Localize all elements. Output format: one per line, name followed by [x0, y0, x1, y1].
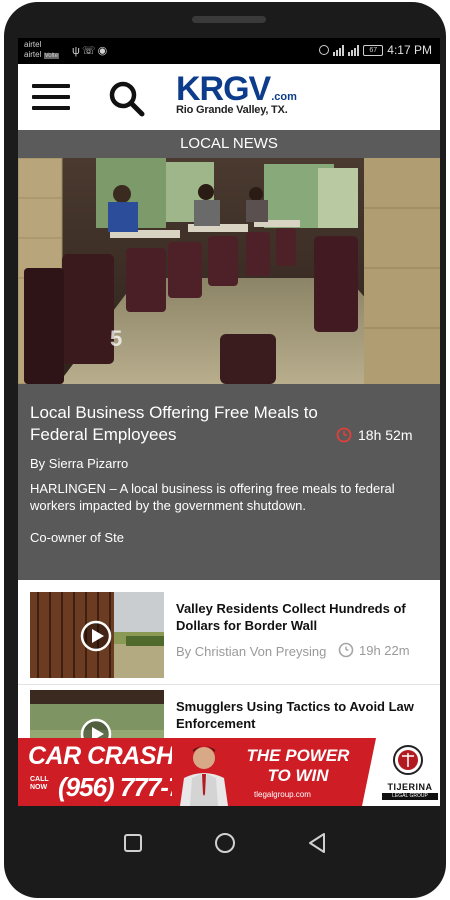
station-watermark: 5 [110, 326, 122, 351]
hero-summary: HARLINGEN – A local business is offering… [30, 481, 395, 513]
network-badge: Volte [43, 53, 59, 59]
message-icon: ◉ [97, 45, 110, 57]
nav-back-icon[interactable] [304, 830, 330, 856]
list-divider [18, 684, 440, 685]
nav-home-icon[interactable] [212, 830, 238, 856]
signal-icon [333, 44, 345, 56]
alarm-icon [319, 45, 330, 55]
logo-domain: .com [271, 91, 297, 103]
article-title[interactable]: Valley Residents Collect Hundreds of Dol… [176, 600, 432, 634]
carrier-1: airtel [24, 40, 42, 49]
section-title: LOCAL NEWS [18, 130, 440, 158]
ad-brand: TIJERINA [387, 782, 433, 792]
clock-icon [336, 427, 352, 443]
play-icon[interactable] [80, 620, 112, 652]
ad-brand-panel: TIJERINA LEGAL GROUP [362, 738, 440, 806]
article-thumbnail[interactable] [30, 592, 164, 678]
notification-icons: ψ☏◉ [72, 44, 109, 57]
hero-image[interactable]: 5 [18, 158, 440, 384]
signal-2-icon [348, 44, 360, 56]
status-right: 67 4:17 PM [319, 43, 432, 57]
usb-icon: ψ [72, 45, 82, 57]
phone-frame: airtel airtel Volte ψ☏◉ 67 4:17 PM KRGV.… [4, 2, 446, 898]
hero-more-text: Co-owner of Ste [30, 530, 124, 545]
hero-headline[interactable]: Local Business Offering Free Meals to Fe… [30, 402, 320, 446]
battery-icon: 67 [363, 44, 384, 56]
ad-website: tlegalgroup.com [254, 790, 311, 799]
article-title[interactable]: Smugglers Using Tactics to Avoid Law Enf… [176, 698, 432, 732]
hero-time-text: 18h 52m [358, 427, 413, 443]
status-time: 4:17 PM [387, 43, 432, 57]
phone-speaker [192, 16, 266, 23]
ad-headline: CAR CRASH? [28, 742, 189, 770]
hero-story-card[interactable]: Local Business Offering Free Meals to Fe… [18, 384, 440, 580]
ad-tagline: THE POWER TO WIN [246, 746, 350, 785]
system-nav-bar [8, 808, 450, 878]
hero-timestamp: 18h 52m [336, 427, 412, 443]
status-bar: airtel airtel Volte ψ☏◉ 67 4:17 PM [18, 38, 440, 64]
list-item[interactable]: Valley Residents Collect Hundreds of Dol… [18, 588, 440, 684]
search-icon[interactable] [108, 80, 146, 118]
article-author: By Christian Von Preysing [176, 644, 327, 659]
article-time-text: 19h 22m [359, 642, 410, 658]
app-header: KRGV.com Rio Grande Valley, TX. [18, 64, 440, 130]
hero-author: By Sierra Pizarro [30, 456, 129, 471]
ad-call-now: CALL NOW [30, 776, 49, 791]
carrier-labels: airtel airtel Volte [24, 40, 59, 61]
ad-brand-sub: LEGAL GROUP [382, 793, 438, 800]
krgv-logo[interactable]: KRGV.com Rio Grande Valley, TX. [176, 72, 316, 122]
article-timestamp: 19h 22m [338, 642, 410, 658]
law-seal-icon [393, 745, 423, 775]
logo-main: KRGV [176, 70, 271, 108]
carrier-2: airtel Volte [24, 50, 59, 59]
app-screen: airtel airtel Volte ψ☏◉ 67 4:17 PM KRGV.… [18, 38, 440, 806]
menu-icon[interactable] [32, 84, 70, 110]
restaurant-photo: 5 [18, 158, 440, 384]
whatsapp-icon: ☏ [81, 45, 98, 57]
ad-lawyer-photo [172, 738, 236, 806]
clock-icon [338, 642, 354, 658]
nav-recents-icon[interactable] [120, 830, 146, 856]
ad-banner[interactable]: CAR CRASH? CALL NOW (956) 777-7777 THE P… [18, 738, 440, 806]
